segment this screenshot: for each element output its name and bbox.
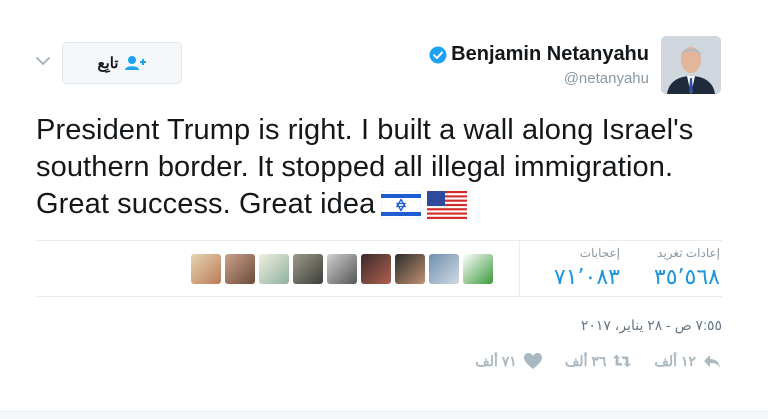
avatar[interactable] xyxy=(661,36,721,94)
author-name[interactable]: Benjamin Netanyahu xyxy=(451,43,649,66)
follow-button-label: تابِع xyxy=(97,55,119,72)
liker-avatars xyxy=(191,254,493,284)
reply-button[interactable]: ١٢ ألف xyxy=(654,352,722,370)
retweets-label: إعادات تغريد xyxy=(657,246,720,260)
card-bottom-border xyxy=(0,411,768,419)
tweet-actions: ١٢ ألف ٣٦ ألف ٧١ ألف xyxy=(475,352,722,370)
divider xyxy=(36,240,722,241)
liker-avatar[interactable] xyxy=(191,254,221,284)
liker-avatar[interactable] xyxy=(361,254,391,284)
tweet-card: تابِع Benjamin Netanyahu @netanyahu Pres… xyxy=(0,0,768,419)
liker-avatar[interactable] xyxy=(395,254,425,284)
add-user-icon xyxy=(125,56,147,70)
liker-avatar[interactable] xyxy=(463,254,493,284)
liker-avatar[interactable] xyxy=(429,254,459,284)
like-count: ٧١ ألف xyxy=(475,352,517,369)
follow-button[interactable]: تابِع xyxy=(62,42,182,84)
heart-icon xyxy=(523,353,542,369)
retweet-button[interactable]: ٣٦ ألف xyxy=(565,352,633,370)
likes-stat[interactable]: إعجابات ٧١٬٠٨٣ xyxy=(554,246,620,290)
verified-badge-icon xyxy=(429,46,447,63)
liker-avatar[interactable] xyxy=(259,254,289,284)
liker-avatar[interactable] xyxy=(225,254,255,284)
tweet-body: President Trump is right. I built a wall… xyxy=(36,114,694,220)
author-name-row[interactable]: Benjamin Netanyahu xyxy=(429,43,649,66)
likes-label: إعجابات xyxy=(579,246,620,260)
reply-icon xyxy=(704,355,720,368)
chevron-down-icon[interactable] xyxy=(34,54,52,68)
liker-avatar[interactable] xyxy=(293,254,323,284)
author-handle[interactable]: @netanyahu xyxy=(564,70,649,87)
tweet-timestamp[interactable]: ٧:٥٥ ص - ٢٨ يناير، ٢٠١٧ xyxy=(581,317,722,334)
likes-count: ٧١٬٠٨٣ xyxy=(553,264,620,289)
retweet-count: ٣٦ ألف xyxy=(564,352,607,369)
divider xyxy=(36,296,722,297)
israel-flag-icon xyxy=(381,191,422,219)
reply-count: ١٢ ألف xyxy=(654,352,696,369)
stats-separator xyxy=(519,240,520,296)
like-button[interactable]: ٧١ ألف xyxy=(475,352,543,370)
us-flag-icon xyxy=(427,191,468,219)
retweets-stat[interactable]: إعادات تغريد ٣٥٬٥٦٨ xyxy=(654,246,720,290)
retweet-icon xyxy=(613,354,632,368)
retweets-count: ٣٥٬٥٦٨ xyxy=(653,264,720,289)
liker-avatar[interactable] xyxy=(327,254,357,284)
tweet-text: President Trump is right. I built a wall… xyxy=(36,112,736,223)
